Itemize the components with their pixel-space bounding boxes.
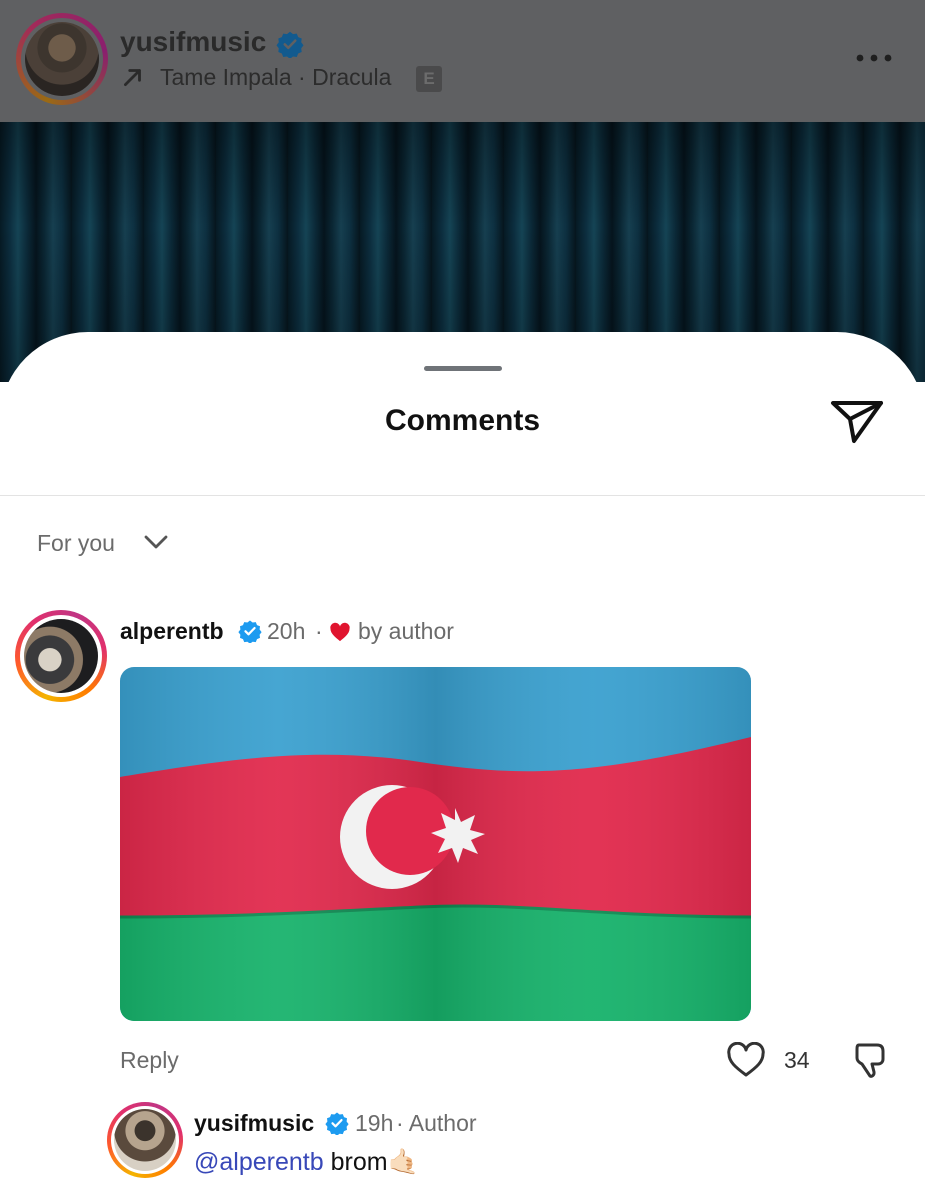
sort-dropdown-label[interactable]: For you (37, 530, 115, 557)
mention-link[interactable]: @alperentb (194, 1148, 324, 1176)
reply-timestamp: 19h (355, 1110, 394, 1136)
reply-button[interactable]: Reply (120, 1047, 179, 1074)
divider (0, 495, 925, 496)
commenter-avatar[interactable] (15, 610, 107, 702)
post-header: yusifmusic Tame Impala · Dracula E (0, 0, 925, 122)
more-horizontal-icon[interactable] (854, 50, 894, 66)
post-author-username[interactable]: yusifmusic (120, 26, 266, 58)
sheet-title: Comments (384, 404, 541, 437)
comment-timestamp: 20h (267, 618, 306, 644)
thumbs-down-icon[interactable] (852, 1040, 888, 1080)
meta-separator: · (315, 618, 323, 644)
heart-outline-icon[interactable] (726, 1042, 766, 1078)
call-me-hand-emoji: 🤙🏻 (387, 1148, 419, 1176)
reply-author-avatar[interactable] (107, 1102, 183, 1178)
arrow-up-right-icon (124, 69, 141, 86)
sheet-grabber-handle[interactable] (424, 366, 502, 371)
post-author-avatar[interactable] (16, 13, 108, 105)
verified-badge-icon (238, 620, 262, 643)
heart-filled-icon (330, 622, 350, 642)
chevron-down-icon[interactable] (142, 532, 170, 552)
liked-by-author-label: by author (358, 618, 454, 644)
reply-body: brom (323, 1148, 388, 1176)
comment-username[interactable]: alperentb (120, 618, 224, 645)
author-label: · Author (396, 1110, 477, 1136)
song-attribution[interactable]: Tame Impala · Dracula (160, 64, 391, 91)
reply-text: @alperentb brom🤙🏻 (194, 1148, 419, 1177)
verified-badge-icon (325, 1112, 349, 1135)
send-icon[interactable] (828, 396, 886, 448)
comment-gif-azerbaijan-flag[interactable] (120, 667, 751, 1021)
comments-sheet: Comments For you alperentb 20h · by auth… (0, 332, 925, 1200)
reply-username[interactable]: yusifmusic (194, 1110, 314, 1137)
explicit-badge: E (416, 66, 442, 92)
verified-badge-icon (276, 31, 304, 58)
like-count: 34 (784, 1047, 810, 1073)
